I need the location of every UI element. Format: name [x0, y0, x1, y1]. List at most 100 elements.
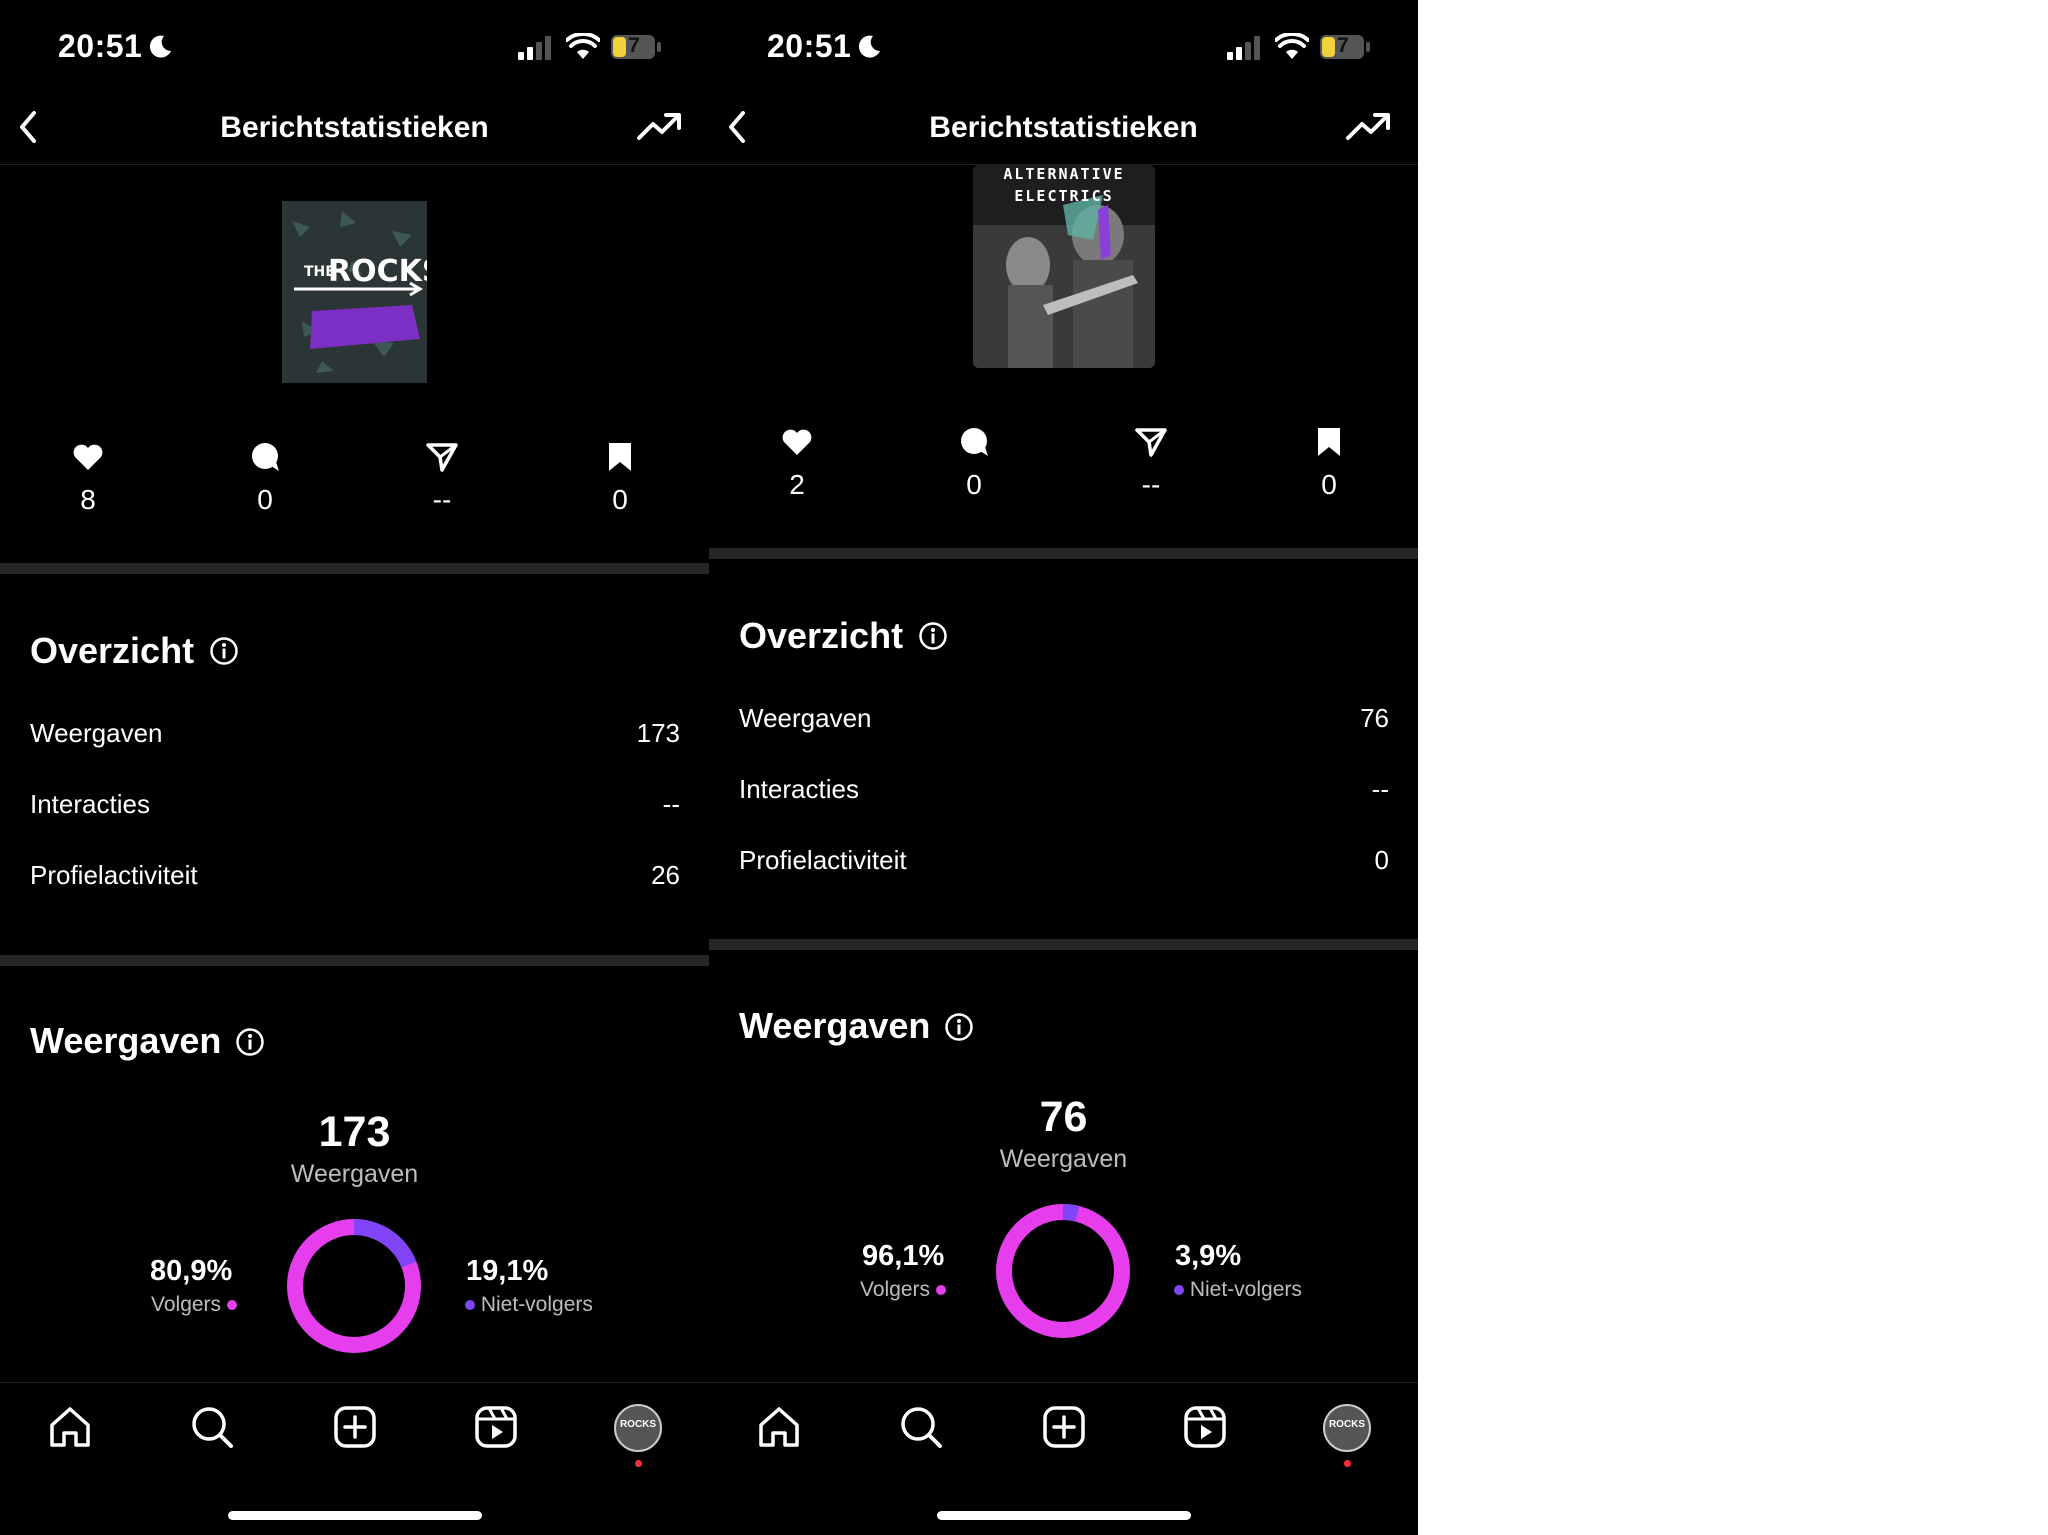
followers-dot [935, 1285, 946, 1296]
info-icon[interactable] [235, 1027, 265, 1057]
donut-followers-arc [996, 1204, 1130, 1338]
overview-row-interactions[interactable]: Interacties -- [739, 774, 1389, 814]
stat-shares: -- [1091, 427, 1211, 501]
followers-donut-chart [287, 1219, 421, 1353]
non-followers-legend: Niet-volgers [465, 1293, 593, 1317]
overview-row-views[interactable]: Weergaven 173 [30, 718, 680, 758]
status-time: 20:51 [58, 28, 143, 64]
row-label: Interacties [739, 774, 859, 804]
row-value: 26 [651, 860, 680, 890]
followers-percent: 80,9% [150, 1255, 233, 1287]
home-indicator[interactable] [228, 1511, 482, 1520]
views-total-label: Weergaven [290, 1160, 419, 1188]
notification-dot [1344, 1460, 1351, 1467]
followers-label: Volgers [151, 1293, 222, 1316]
status-time: 20:51 [767, 28, 852, 64]
thumbnail-text-main: ELECTRICS [1014, 187, 1113, 205]
page-title: Berichtstatistieken [929, 111, 1198, 144]
post-artwork-image: THE ROCKS [282, 201, 427, 383]
info-icon[interactable] [944, 1012, 974, 1042]
stat-likes: 2 [737, 427, 857, 501]
wifi-icon [1275, 33, 1309, 59]
info-icon[interactable] [918, 621, 948, 651]
comments-count: 0 [257, 484, 273, 515]
send-icon [1135, 428, 1167, 457]
search-icon[interactable] [188, 1403, 236, 1451]
comment-icon [252, 443, 279, 471]
battery-level: 7 [1337, 34, 1349, 57]
non-followers-label: Niet-volgers [480, 1293, 593, 1316]
info-icon[interactable] [209, 636, 239, 666]
overview-row-profile-activity[interactable]: Profielactiviteit 26 [30, 860, 680, 900]
overview-row-interactions[interactable]: Interacties -- [30, 789, 680, 829]
non-followers-dot [465, 1300, 475, 1311]
followers-label: Volgers [860, 1278, 931, 1301]
views-total: 76 [1039, 1093, 1088, 1141]
heart-icon [73, 444, 103, 470]
non-followers-label: Niet-volgers [1189, 1278, 1302, 1301]
create-icon[interactable] [1040, 1403, 1088, 1451]
row-label: Weergaven [739, 703, 872, 733]
shares-count: -- [432, 484, 452, 515]
post-thumbnail[interactable]: THE ROCKS [282, 201, 427, 383]
overview-title: Overzicht [739, 615, 904, 656]
saves-count: 0 [1321, 469, 1337, 500]
trending-up-icon[interactable] [1345, 109, 1391, 143]
moon-icon [149, 35, 171, 58]
home-icon[interactable] [755, 1403, 803, 1451]
views-title: Weergaven [30, 1020, 222, 1061]
followers-legend: Volgers [151, 1293, 237, 1317]
phone-screen-right: 20:51 7 Berichtstatistieken ALTERNATIVE … [709, 0, 1418, 1535]
phone-screen-left: 20:51 7 Berichtstatistieken THE ROCKS 8 … [0, 0, 709, 1535]
bookmark-icon [1318, 428, 1340, 456]
overview-row-profile-activity[interactable]: Profielactiviteit 0 [739, 845, 1389, 885]
avatar-text: ROCKS [1328, 1419, 1366, 1430]
stat-shares: -- [382, 442, 502, 516]
home-icon[interactable] [46, 1403, 94, 1451]
trending-up-icon[interactable] [636, 109, 682, 143]
reels-icon[interactable] [472, 1403, 520, 1451]
views-total: 173 [318, 1108, 391, 1156]
profile-avatar[interactable]: ROCKS [1323, 1404, 1371, 1452]
header: Berichtstatistieken [0, 95, 709, 165]
row-label: Profielactiviteit [30, 860, 198, 890]
followers-percent: 96,1% [862, 1240, 945, 1272]
section-divider [0, 563, 709, 574]
overview-title: Overzicht [30, 630, 195, 671]
shares-count: -- [1141, 469, 1161, 500]
thumbnail-text-top: ALTERNATIVE [1003, 165, 1124, 183]
battery-level: 7 [628, 34, 640, 57]
comments-count: 0 [966, 469, 982, 500]
avatar-text: ROCKS [619, 1419, 657, 1430]
followers-dot [226, 1300, 237, 1311]
home-indicator[interactable] [937, 1511, 1191, 1520]
views-total-label: Weergaven [999, 1145, 1128, 1173]
create-icon[interactable] [331, 1403, 379, 1451]
reels-icon[interactable] [1181, 1403, 1229, 1451]
section-divider [709, 939, 1418, 950]
overview-row-views[interactable]: Weergaven 76 [739, 703, 1389, 743]
stat-likes: 8 [28, 442, 148, 516]
post-artwork-image: ALTERNATIVE ELECTRICS [973, 165, 1155, 368]
row-label: Interacties [30, 789, 150, 819]
non-followers-percent: 3,9% [1175, 1240, 1242, 1272]
views-title: Weergaven [739, 1005, 931, 1046]
status-bar: 20:51 7 [0, 0, 709, 95]
notification-dot [635, 1460, 642, 1467]
status-bar: 20:51 7 [709, 0, 1418, 95]
profile-avatar[interactable]: ROCKS [614, 1404, 662, 1452]
section-divider [0, 955, 709, 966]
signal-icon [518, 36, 551, 60]
stat-saves: 0 [1269, 427, 1389, 501]
bookmark-icon [609, 443, 631, 471]
row-value: 173 [636, 718, 680, 748]
post-thumbnail[interactable]: ALTERNATIVE ELECTRICS [973, 165, 1155, 368]
row-label: Weergaven [30, 718, 163, 748]
stat-comments: 0 [914, 427, 1034, 501]
non-followers-legend: Niet-volgers [1174, 1278, 1302, 1302]
followers-legend: Volgers [860, 1278, 946, 1302]
heart-icon [782, 429, 812, 455]
section-divider [709, 548, 1418, 559]
search-icon[interactable] [897, 1403, 945, 1451]
row-value: 76 [1360, 703, 1389, 733]
